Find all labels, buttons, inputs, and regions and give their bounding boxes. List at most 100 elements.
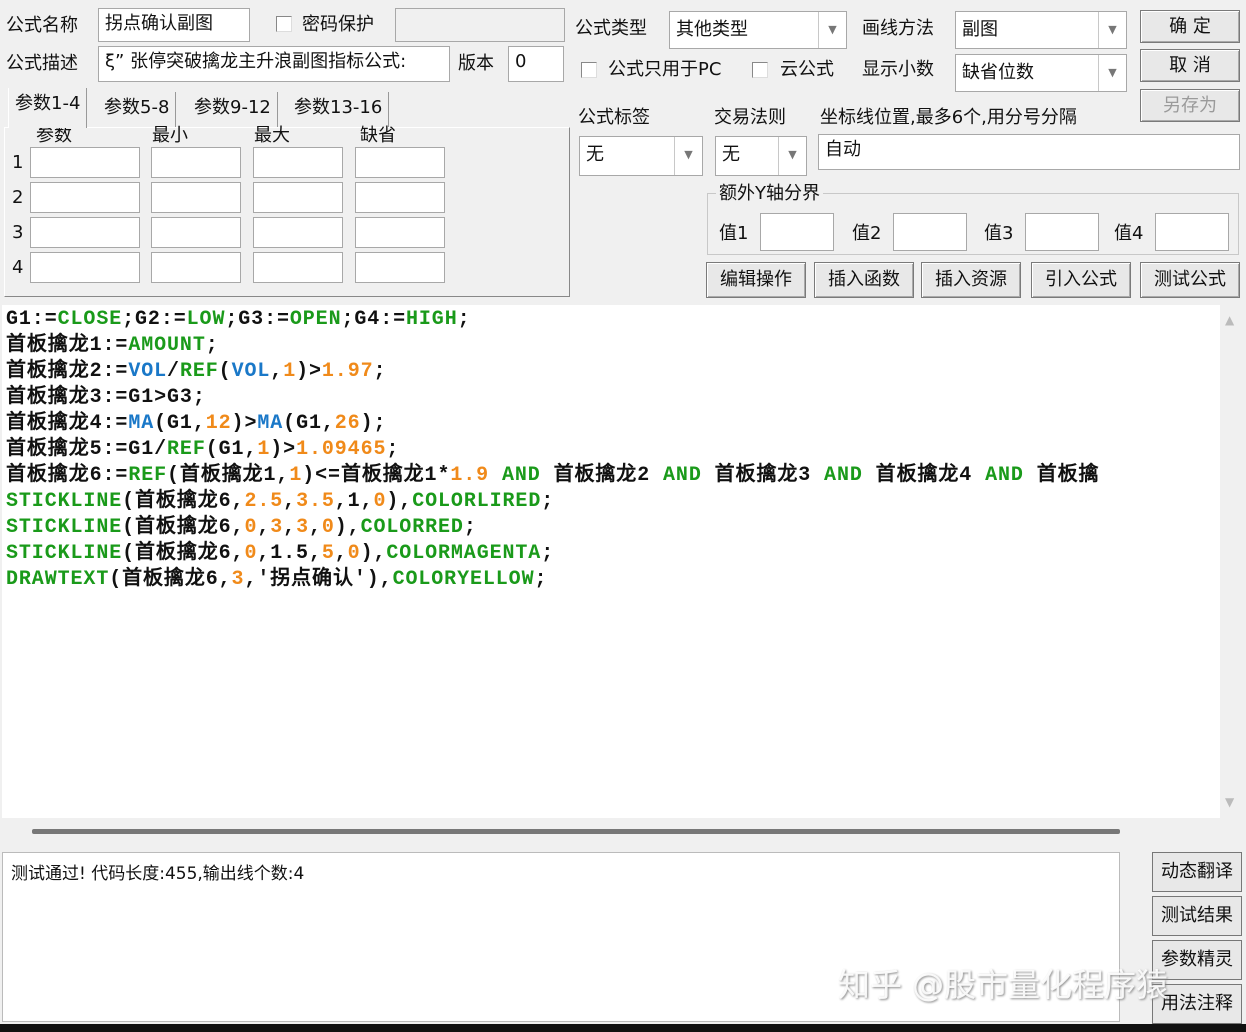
- code-token: DRAWTEXT: [6, 568, 110, 591]
- version-input[interactable]: 0: [508, 46, 564, 82]
- tab-params-5-8[interactable]: 参数5-8: [98, 92, 177, 128]
- formula-name-label: 公式名称: [6, 15, 78, 36]
- code-token: 1.9: [450, 464, 490, 487]
- code-line: 首板擒龙5:=G1/REF(G1,1)>1.09465;: [6, 437, 1220, 463]
- code-token: REF: [167, 438, 206, 461]
- code-token: (G1,: [154, 412, 206, 435]
- code-token: G1:=: [6, 308, 58, 331]
- y-value-input[interactable]: [1025, 213, 1099, 251]
- y-value-input[interactable]: [760, 213, 834, 251]
- side-button-1[interactable]: 测试结果: [1152, 896, 1242, 936]
- param-input-缺省[interactable]: [355, 252, 445, 283]
- pc-only-checkbox[interactable]: [581, 62, 597, 78]
- code-token: ,: [257, 516, 271, 539]
- code-token: ),: [360, 542, 387, 565]
- save-as-button[interactable]: 另存为: [1140, 89, 1240, 122]
- param-input-最大[interactable]: [253, 217, 343, 248]
- param-input-最小[interactable]: [151, 252, 241, 283]
- param-input-最大[interactable]: [253, 182, 343, 213]
- param-input-最小[interactable]: [151, 182, 241, 213]
- param-header-default: 缺省: [360, 125, 396, 146]
- chevron-down-icon: ▼: [818, 12, 846, 48]
- code-token: ),: [334, 516, 361, 539]
- vertical-scrollbar[interactable]: ▲ ▼: [1220, 305, 1244, 818]
- code-token: VOL: [128, 360, 168, 383]
- trade-rule-select[interactable]: 无 ▼: [715, 136, 807, 176]
- y-value-input[interactable]: [1155, 213, 1229, 251]
- code-token: )>: [270, 438, 297, 461]
- axis-position-label: 坐标线位置,最多6个,用分号分隔: [820, 107, 1077, 128]
- param-input-缺省[interactable]: [355, 147, 445, 178]
- code-token: ;: [463, 516, 477, 539]
- draw-method-label: 画线方法: [862, 18, 934, 39]
- code-token: ,: [283, 490, 297, 513]
- formula-tag-value: 无: [586, 144, 604, 165]
- y-value-label: 值1: [719, 223, 749, 244]
- password-input[interactable]: [395, 8, 565, 42]
- param-input-参数[interactable]: [30, 147, 140, 178]
- trade-rule-label: 交易法则: [714, 107, 786, 128]
- code-token: OPEN: [289, 308, 342, 331]
- formula-desc-input[interactable]: ξ” 张停突破擒龙主升浪副图指标公式:: [98, 46, 450, 82]
- formula-tag-select[interactable]: 无 ▼: [579, 136, 703, 176]
- param-input-参数[interactable]: [30, 217, 140, 248]
- code-token: 0: [321, 516, 335, 539]
- scroll-down-icon[interactable]: ▼: [1225, 795, 1234, 809]
- code-token: );: [360, 412, 387, 435]
- code-token: )>: [296, 360, 322, 383]
- toolbar-button-2[interactable]: 插入资源: [921, 262, 1021, 298]
- param-input-缺省[interactable]: [355, 217, 445, 248]
- code-line: 首板擒龙3:=G1>G3;: [6, 385, 1220, 411]
- formula-name-input[interactable]: 拐点确认副图: [98, 8, 250, 42]
- code-token: ,: [270, 360, 284, 383]
- code-token: ;G4:=: [341, 308, 406, 331]
- code-token: 首板擒龙3:=G1>G3;: [6, 386, 206, 409]
- horizontal-scrollbar[interactable]: [32, 829, 1120, 834]
- code-token: 首板擒龙4:=: [6, 412, 129, 435]
- code-token: ,1.5,: [257, 542, 322, 565]
- code-token: 0: [347, 542, 361, 565]
- code-token: COLORYELLOW: [392, 568, 535, 591]
- draw-method-value: 副图: [962, 19, 998, 40]
- param-input-最大[interactable]: [253, 147, 343, 178]
- decimal-select[interactable]: 缺省位数 ▼: [955, 54, 1127, 92]
- param-input-参数[interactable]: [30, 252, 140, 283]
- toolbar-button-1[interactable]: 插入函数: [814, 262, 914, 298]
- side-button-0[interactable]: 动态翻译: [1152, 852, 1242, 892]
- toolbar-button-0[interactable]: 编辑操作: [706, 262, 806, 298]
- param-row-number: 4: [12, 257, 24, 278]
- code-token: VOL: [231, 360, 271, 383]
- code-token: 首板擒龙4: [875, 464, 973, 487]
- param-input-参数[interactable]: [30, 182, 140, 213]
- code-token: 0: [244, 516, 258, 539]
- y-value-input[interactable]: [893, 213, 967, 251]
- code-token: 12: [205, 412, 232, 435]
- toolbar-button-3[interactable]: 引入公式: [1031, 262, 1131, 298]
- code-line: 首板擒龙6:=REF(首板擒龙1,1)<=首板擒龙1*1.9 AND 首板擒龙2…: [6, 463, 1220, 489]
- code-token: ,: [283, 516, 297, 539]
- toolbar-button-4[interactable]: 测试公式: [1140, 262, 1240, 298]
- formula-type-select[interactable]: 其他类型 ▼: [669, 11, 847, 49]
- tab-params-9-12[interactable]: 参数9-12: [188, 92, 278, 128]
- scroll-up-icon[interactable]: ▲: [1225, 313, 1234, 327]
- cloud-checkbox[interactable]: [752, 62, 768, 78]
- cancel-button[interactable]: 取 消: [1140, 49, 1240, 82]
- param-input-最大[interactable]: [253, 252, 343, 283]
- axis-position-input[interactable]: 自动: [818, 134, 1240, 170]
- ok-button[interactable]: 确 定: [1140, 10, 1240, 43]
- tab-params-13-16[interactable]: 参数13-16: [288, 92, 390, 128]
- param-input-最小[interactable]: [151, 147, 241, 178]
- formula-type-label: 公式类型: [575, 18, 647, 39]
- tab-params-1-4[interactable]: 参数1-4: [8, 88, 88, 128]
- draw-method-select[interactable]: 副图 ▼: [955, 11, 1127, 49]
- code-token: ;: [386, 438, 400, 461]
- code-token: 5: [321, 542, 335, 565]
- password-checkbox[interactable]: [276, 16, 292, 32]
- param-input-最小[interactable]: [151, 217, 241, 248]
- param-input-缺省[interactable]: [355, 182, 445, 213]
- code-token: MA: [257, 412, 284, 435]
- code-token: 1: [289, 464, 303, 487]
- code-token: ;: [534, 568, 548, 591]
- code-token: 首板擒龙6:=: [6, 464, 129, 487]
- code-editor[interactable]: G1:=CLOSE;G2:=LOW;G3:=OPEN;G4:=HIGH; 首板擒龙…: [2, 305, 1220, 818]
